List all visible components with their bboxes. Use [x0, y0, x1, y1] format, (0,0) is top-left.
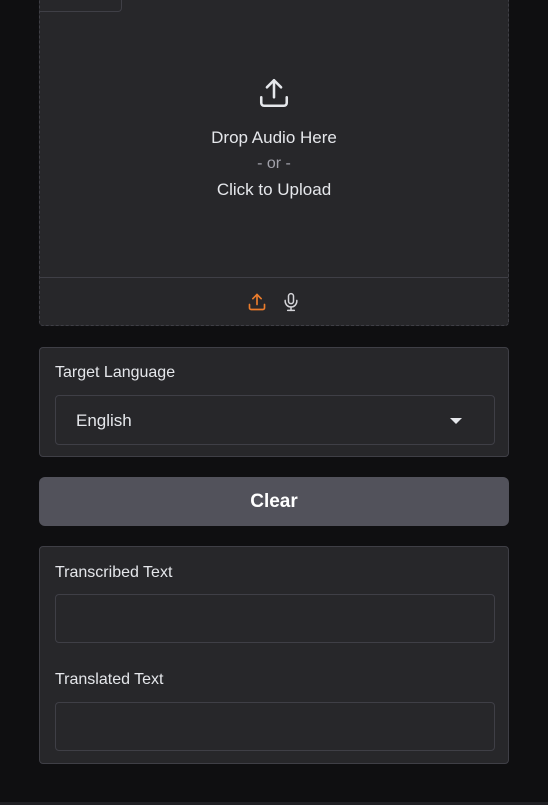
microphone-source-button[interactable] — [280, 289, 302, 315]
drop-audio-text: Drop Audio Here — [211, 128, 337, 147]
target-language-panel: Target Language English — [39, 347, 509, 457]
clear-button[interactable]: Clear — [39, 477, 509, 526]
audio-input-panel: Drop Audio Here - or - Click to Upload — [39, 0, 509, 326]
target-language-label: Target Language — [55, 364, 176, 381]
or-separator: - or - — [257, 155, 291, 172]
upload-icon — [248, 293, 266, 311]
translated-text-label: Translated Text — [55, 671, 164, 688]
drop-zone-content: Drop Audio Here - or - Click to Upload — [40, 76, 508, 203]
audio-drop-zone[interactable]: Drop Audio Here - or - Click to Upload — [40, 0, 508, 277]
click-to-upload-text: Click to Upload — [216, 180, 332, 199]
transcribed-text-label: Transcribed Text — [55, 564, 173, 581]
caret-down-icon — [450, 418, 462, 424]
upload-icon — [259, 78, 289, 108]
selected-language: English — [76, 411, 132, 430]
audio-source-bar — [40, 277, 508, 326]
transcribed-text-field[interactable] — [55, 594, 495, 643]
app-page: Drop Audio Here - or - Click to Upload T… — [0, 0, 548, 805]
translated-text-field[interactable] — [55, 702, 495, 751]
target-language-dropdown[interactable]: English — [55, 395, 495, 445]
microphone-icon — [284, 292, 298, 312]
upload-source-button[interactable] — [246, 289, 268, 315]
output-panel: Transcribed Text Translated Text — [39, 546, 509, 764]
